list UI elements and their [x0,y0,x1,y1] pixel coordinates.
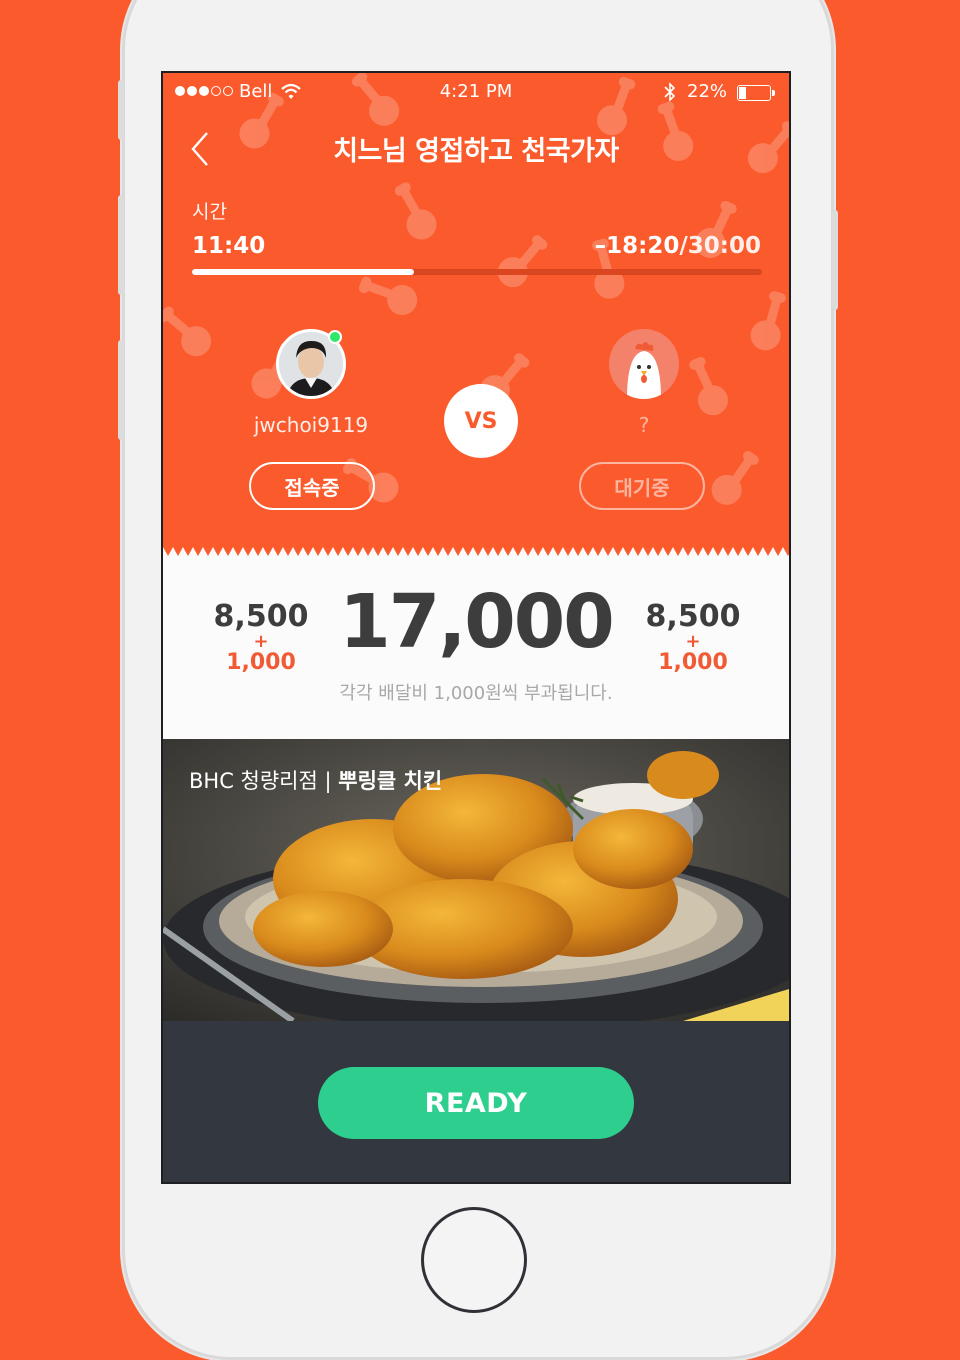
player-username: jwchoi9119 [253,413,369,437]
remaining-time-value: –18:20 [594,233,680,259]
power-button [832,210,838,310]
connected-status-button[interactable]: 접속중 [249,462,375,510]
menu-name: 뿌링클 치킨 [338,769,443,793]
waiting-status-button[interactable]: 대기중 [579,462,705,510]
player-base-price: 8,500 [213,599,309,634]
plus-sign: + [685,631,701,652]
chicken-icon [627,342,661,399]
opponent-username: ? [638,413,650,437]
online-indicator [328,330,342,344]
zigzag-divider [163,547,789,559]
battery-percentage: 22% [687,81,728,102]
app-screen: Bell 4:21 PM 22% 치느님 영접하고 천국가자 시간 11:40 … [161,71,791,1184]
volume-down-button [118,340,124,440]
ready-button[interactable]: READY [318,1067,634,1139]
volume-up-button [118,195,124,295]
battery-level-fill [739,87,747,99]
opponent-price: 8,500 + 1,000 [633,599,753,675]
timer-progress-fill [192,269,415,275]
player-delivery-fee: 1,000 [226,650,296,675]
vs-badge: VS [444,384,518,458]
timer-label: 시간 [192,201,227,223]
food-banner[interactable]: BHC 청량리점 | 뿌링클 치킨 [163,739,789,1021]
price-panel: 8,500 + 1,000 17,000 각각 배달비 1,000원씩 부과됩니… [163,559,789,739]
status-bar: Bell 4:21 PM 22% [163,73,789,113]
side-button [118,80,124,140]
remaining-time: –18:20/30:00 [595,233,761,259]
match-header: Bell 4:21 PM 22% 치느님 영접하고 천국가자 시간 11:40 … [163,73,789,553]
player-price: 8,500 + 1,000 [201,599,321,675]
plus-sign: + [253,631,269,652]
store-menu-label: BHC 청량리점 | 뿌링클 치킨 [189,765,442,795]
elapsed-time: 11:40 [192,233,266,259]
home-button[interactable] [421,1207,527,1313]
timer-progress-bar [192,269,762,275]
total-price: 17,000 [339,579,615,665]
battery-icon [737,85,775,101]
total-time: /30:00 [679,233,761,259]
delivery-fee-note: 각각 배달비 1,000원씩 부과됩니다. [339,683,613,704]
store-name: BHC 청량리점 | [189,769,339,793]
opponent-avatar [609,329,679,399]
opponent-base-price: 8,500 [645,599,741,634]
page-title: 치느님 영접하고 천국가자 [333,136,619,167]
bluetooth-icon [664,82,676,102]
opponent-delivery-fee: 1,000 [658,650,728,675]
